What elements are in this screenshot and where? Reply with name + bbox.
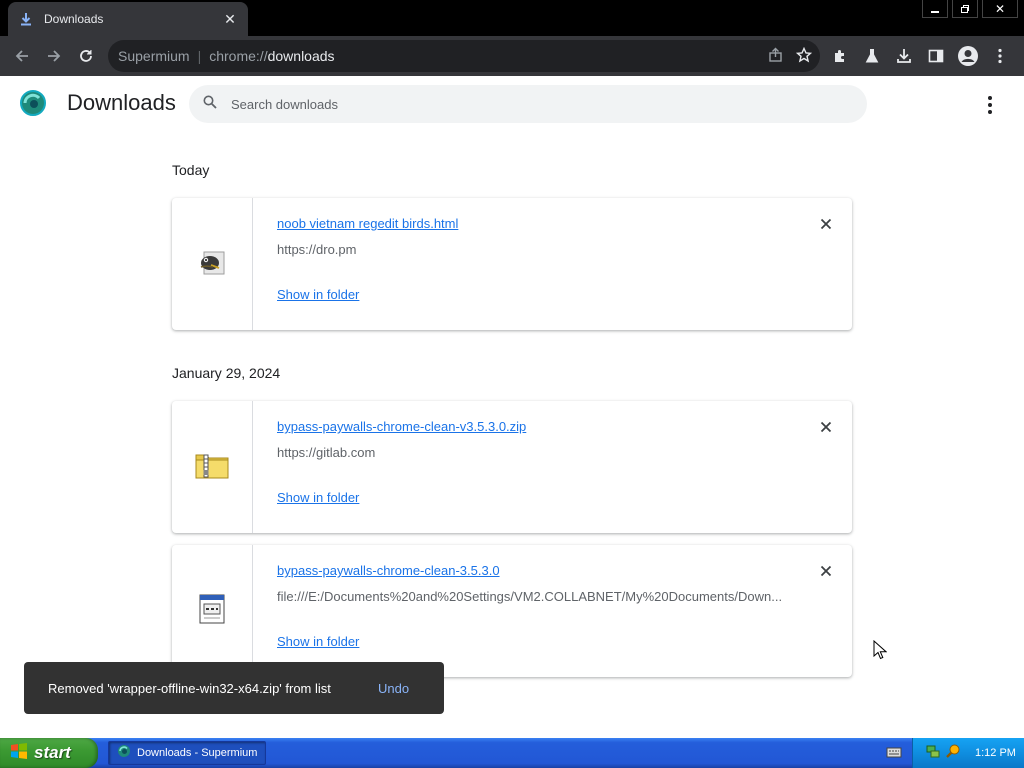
remove-item-icon[interactable]: [818, 216, 834, 232]
network-tray-icon[interactable]: [925, 743, 941, 764]
tab-close-icon[interactable]: ✕: [222, 11, 238, 28]
removed-toast: Removed 'wrapper-offline-win32-x64.zip' …: [24, 662, 444, 714]
download-item: bypass-paywalls-chrome-clean-v3.5.3.0.zi…: [172, 401, 852, 533]
downloads-toolbar-icon[interactable]: [890, 40, 918, 72]
show-in-folder-link[interactable]: Show in folder: [277, 287, 359, 302]
tab-title: Downloads: [44, 12, 104, 26]
download-item: bypass-paywalls-chrome-clean-3.5.3.0 fil…: [172, 545, 852, 677]
start-label: start: [34, 743, 71, 762]
page-title: Downloads: [67, 90, 176, 115]
side-panel-icon[interactable]: [922, 40, 950, 72]
browser-toolbar: Supermium | chrome://downloads: [0, 36, 1024, 76]
window-controls: ✕: [922, 0, 1018, 18]
omnibox-separator: |: [197, 48, 202, 64]
taskbar-item-label: Downloads - Supermium: [137, 747, 258, 759]
url-scheme: chrome://: [209, 48, 268, 64]
toast-message: Removed 'wrapper-offline-win32-x64.zip' …: [48, 680, 331, 696]
download-icon: [18, 11, 34, 27]
tab-downloads[interactable]: Downloads ✕: [8, 2, 248, 36]
file-name-link[interactable]: noob vietnam regedit birds.html: [277, 216, 458, 231]
labs-flask-icon[interactable]: [858, 40, 886, 72]
more-actions-icon[interactable]: [980, 94, 1000, 116]
supermium-taskbar-icon: [117, 744, 131, 763]
download-item: noob vietnam regedit birds.html https://…: [172, 198, 852, 330]
remove-item-icon[interactable]: [818, 563, 834, 579]
show-in-folder-link[interactable]: Show in folder: [277, 634, 359, 649]
url-path: downloads: [267, 48, 335, 64]
title-bar: Downloads ✕ ✕: [0, 0, 1024, 36]
windows-flag-icon: [10, 742, 28, 765]
omnibox-brand: Supermium: [118, 48, 190, 64]
supermium-logo-icon: [19, 89, 47, 117]
search-bar[interactable]: [189, 85, 867, 123]
start-button[interactable]: start: [0, 738, 98, 768]
share-icon[interactable]: [768, 47, 784, 66]
profile-avatar-icon[interactable]: [954, 40, 982, 72]
restore-icon[interactable]: [952, 0, 978, 18]
os-taskbar: start Downloads - Supermium 1:12 PM: [0, 738, 1024, 768]
mouse-pointer-icon: [873, 639, 888, 665]
bookmark-star-icon[interactable]: [795, 46, 813, 66]
file-source-url: https://gitlab.com: [277, 445, 376, 460]
file-source-url: file:///E:/Documents%20and%20Settings/VM…: [277, 589, 783, 604]
remove-item-icon[interactable]: [818, 419, 834, 435]
file-source-url: https://dro.pm: [277, 242, 357, 257]
extensions-puzzle-icon[interactable]: [826, 40, 854, 72]
address-bar[interactable]: Supermium | chrome://downloads: [108, 40, 820, 72]
undo-button[interactable]: Undo: [378, 681, 409, 696]
downloads-header: Downloads: [0, 76, 1024, 134]
search-input[interactable]: [231, 96, 791, 112]
file-name-link[interactable]: bypass-paywalls-chrome-clean-3.5.3.0: [277, 563, 500, 578]
system-tray: 1:12 PM: [912, 738, 1024, 768]
minimize-icon[interactable]: [922, 0, 948, 18]
date-header: Today: [172, 162, 210, 178]
back-arrow-icon[interactable]: [6, 40, 38, 72]
html-file-icon: [196, 246, 228, 283]
keyboard-icon[interactable]: [886, 744, 904, 762]
search-icon: [203, 95, 217, 114]
generic-file-icon: [198, 593, 226, 630]
search-tray-icon[interactable]: [945, 743, 961, 764]
close-window-icon[interactable]: ✕: [982, 0, 1018, 18]
show-in-folder-link[interactable]: Show in folder: [277, 490, 359, 505]
file-name-link[interactable]: bypass-paywalls-chrome-clean-v3.5.3.0.zi…: [277, 419, 526, 434]
reload-icon[interactable]: [70, 40, 102, 72]
zip-folder-icon: [195, 450, 229, 485]
browser-menu-icon[interactable]: [986, 40, 1014, 72]
clock[interactable]: 1:12 PM: [975, 747, 1016, 759]
date-header: January 29, 2024: [172, 365, 281, 381]
taskbar-item-supermium[interactable]: Downloads - Supermium: [108, 741, 266, 765]
forward-arrow-icon[interactable]: [38, 40, 70, 72]
